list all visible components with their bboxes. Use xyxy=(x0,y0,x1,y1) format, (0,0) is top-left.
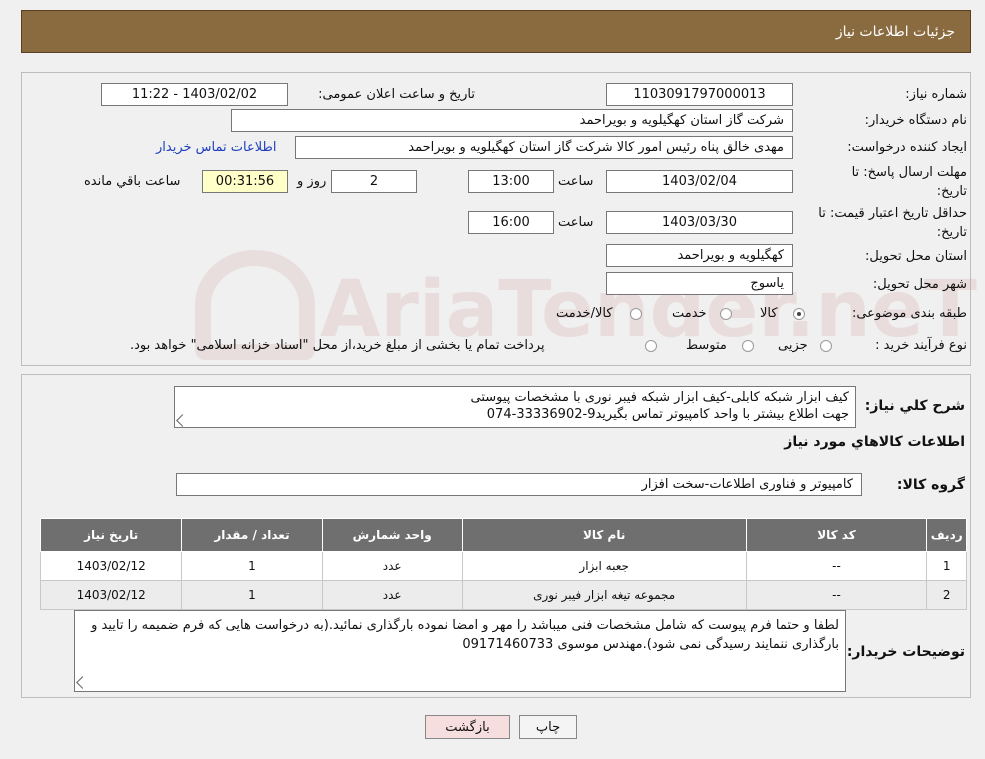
cell-item-name: جعبه ابزار xyxy=(461,551,747,581)
cell-quantity: 1 xyxy=(181,551,323,581)
process-radio-medium[interactable] xyxy=(742,340,754,352)
city-field: یاسوج xyxy=(606,272,793,295)
city-label: شهر محل تحویل: xyxy=(872,277,967,292)
table-row: 2 -- مجموعه تیغه ابزار فیبر نوری عدد 1 1… xyxy=(39,580,967,610)
cell-need-date: 1403/02/12 xyxy=(39,580,183,610)
cell-item-code: -- xyxy=(745,551,928,581)
process-radio-treasury[interactable] xyxy=(645,340,657,352)
cell-item-name: مجموعه تیغه ابزار فیبر نوری xyxy=(461,580,747,610)
cell-need-date: 1403/02/12 xyxy=(39,551,183,581)
table-header-row: رديف کد کالا نام کالا واحد شمارش تعداد /… xyxy=(39,518,967,552)
goods-group-field: کامپیوتر و فناوری اطلاعات-سخت افزار xyxy=(176,473,862,496)
category-radio-service[interactable] xyxy=(720,308,732,320)
cell-row-number: 2 xyxy=(926,580,967,610)
remaining-word: ساعت باقي مانده xyxy=(84,174,181,189)
buyer-notes-textarea[interactable]: لطفا و حتما فرم پیوست که شامل مشخصات فنی… xyxy=(74,610,846,692)
items-table: رديف کد کالا نام کالا واحد شمارش تعداد /… xyxy=(39,518,967,610)
announce-label: تاریخ و ساعت اعلان عمومی: xyxy=(318,87,475,102)
col-need-date: تاريخ نياز xyxy=(39,518,183,552)
price-valid-label: حداقل تاریخ اعتبار قیمت: تا xyxy=(818,206,967,221)
need-number-field: 1103091797000013 xyxy=(606,83,793,106)
page-title: جزئیات اطلاعات نیاز xyxy=(835,23,955,40)
deadline-label-2: تاریخ: xyxy=(936,184,967,199)
buyer-notes-text: لطفا و حتما فرم پیوست که شامل مشخصات فنی… xyxy=(91,618,839,652)
process-label: نوع فرآیند خرید : xyxy=(875,338,967,353)
creator-label: ایجاد کننده درخواست: xyxy=(847,140,967,155)
province-label: استان محل تحویل: xyxy=(865,249,967,264)
goods-section-title: اطلاعات کالاهاي مورد نياز xyxy=(784,434,965,450)
category-option-both: کالا/خدمت xyxy=(556,306,613,321)
price-valid-time-field: 16:00 xyxy=(468,211,554,234)
cell-quantity: 1 xyxy=(181,580,323,610)
deadline-time-word: ساعت xyxy=(558,174,594,189)
process-option-minor: جزیی xyxy=(778,338,808,353)
goods-group-label: گروه کالا: xyxy=(896,477,965,493)
days-field: 2 xyxy=(331,170,417,193)
category-radio-both[interactable] xyxy=(630,308,642,320)
col-quantity: تعداد / مقدار xyxy=(181,518,323,552)
process-option-medium: متوسط xyxy=(686,338,727,353)
col-unit: واحد شمارش xyxy=(321,518,463,552)
deadline-label: مهلت ارسال پاسخ: تا xyxy=(851,165,967,180)
cell-row-number: 1 xyxy=(926,551,967,581)
cell-item-code: -- xyxy=(745,580,928,610)
cell-unit: عدد xyxy=(321,551,463,581)
col-item-code: کد کالا xyxy=(745,518,928,552)
col-item-name: نام کالا xyxy=(461,518,747,552)
summary-textarea[interactable]: کیف ابزار شبکه کابلی-کیف ابزار شبکه فیبر… xyxy=(174,386,856,428)
category-radio-goods[interactable] xyxy=(793,308,805,320)
buyer-org-label: نام دستگاه خریدار: xyxy=(864,113,967,128)
category-label: طبقه بندی موضوعی: xyxy=(851,306,967,321)
price-valid-label-2: تاریخ: xyxy=(936,225,967,240)
buyer-org-field: شرکت گاز استان کهگیلویه و بویراحمد xyxy=(231,109,793,132)
province-field: کهگیلویه و بویراحمد xyxy=(606,244,793,267)
deadline-date-field: 1403/02/04 xyxy=(606,170,793,193)
days-word: روز و xyxy=(297,174,327,189)
deadline-time-field: 13:00 xyxy=(468,170,554,193)
print-button[interactable]: چاپ xyxy=(519,715,577,739)
price-valid-time-word: ساعت xyxy=(558,215,594,230)
remaining-time-field: 00:31:56 xyxy=(202,170,288,193)
creator-field: مهدی خالق پناه رئیس امور کالا شرکت گاز ا… xyxy=(295,136,793,159)
process-radio-minor[interactable] xyxy=(820,340,832,352)
price-valid-date-field: 1403/03/30 xyxy=(606,211,793,234)
table-row: 1 -- جعبه ابزار عدد 1 1403/02/12 xyxy=(39,551,967,581)
category-option-service: خدمت xyxy=(672,306,707,321)
buyer-contact-link[interactable]: اطلاعات تماس خریدار xyxy=(156,140,276,155)
page-header: جزئیات اطلاعات نیاز xyxy=(21,10,971,53)
back-button[interactable]: بازگشت xyxy=(425,715,510,739)
buyer-notes-label: توضيحات خريدار: xyxy=(846,644,965,660)
process-note: پرداخت تمام یا بخشی از مبلغ خرید،از محل … xyxy=(130,338,545,353)
summary-label: شرح کلي نياز: xyxy=(864,398,965,414)
summary-line-1: کیف ابزار شبکه کابلی-کیف ابزار شبکه فیبر… xyxy=(470,390,849,405)
cell-unit: عدد xyxy=(321,580,463,610)
need-number-label: شماره نیاز: xyxy=(905,87,967,102)
announce-field: 1403/02/02 - 11:22 xyxy=(101,83,288,106)
category-option-goods: کالا xyxy=(760,306,778,321)
summary-line-2: جهت اطلاع بیشتر با واحد کامپیوتر تماس بگ… xyxy=(486,407,849,422)
col-row-number: رديف xyxy=(926,518,967,552)
